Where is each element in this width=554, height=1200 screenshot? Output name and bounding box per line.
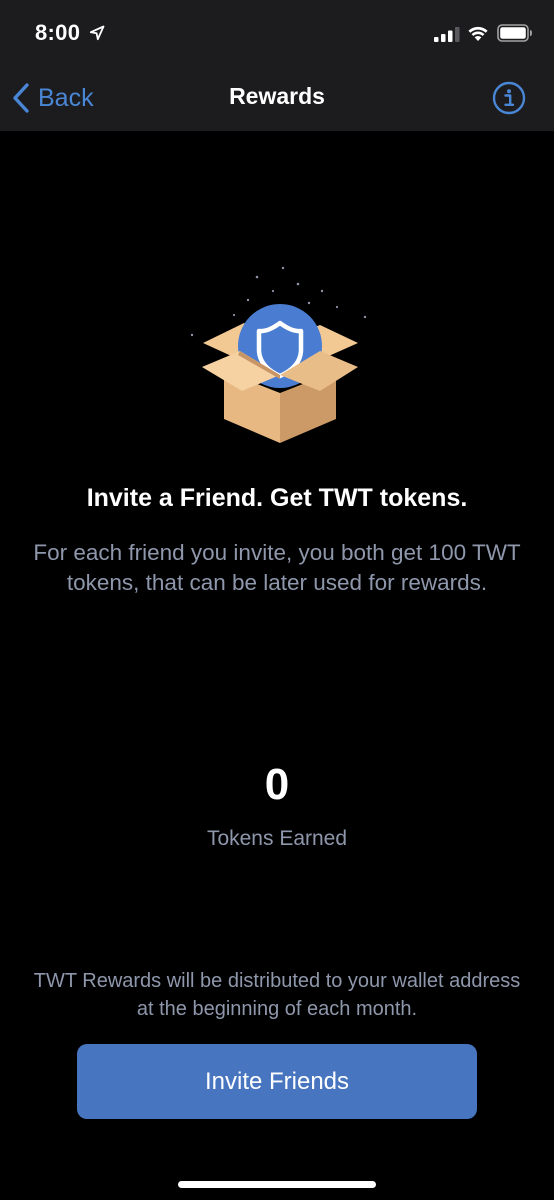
distribution-note: TWT Rewards will be distributed to your … (33, 970, 521, 1020)
gift-box-shield-icon (190, 266, 367, 443)
token-count: 0 (264, 760, 290, 809)
battery-icon (497, 24, 532, 42)
info-icon[interactable] (492, 81, 526, 115)
invite-friends-button[interactable]: Invite Friends (77, 1044, 477, 1119)
status-bar: 8:00 (0, 0, 554, 66)
status-time: 8:00 (35, 20, 81, 45)
location-arrow-icon (89, 25, 105, 41)
page-title: Rewards (229, 83, 325, 109)
invite-friends-label: Invite Friends (204, 1067, 350, 1095)
cellular-signal-icon (434, 27, 460, 42)
token-label: Tokens Earned (206, 827, 348, 850)
description: For each friend you invite, you both get… (33, 540, 521, 595)
headline: Invite a Friend. Get TWT tokens. (86, 484, 468, 512)
wifi-icon (468, 26, 488, 41)
navigation-bar: Back Rewards (0, 66, 554, 131)
home-indicator[interactable] (178, 1181, 376, 1188)
rewards-screen: 8:00 Back Rewards Invite a Friend. Get T… (0, 0, 554, 1200)
